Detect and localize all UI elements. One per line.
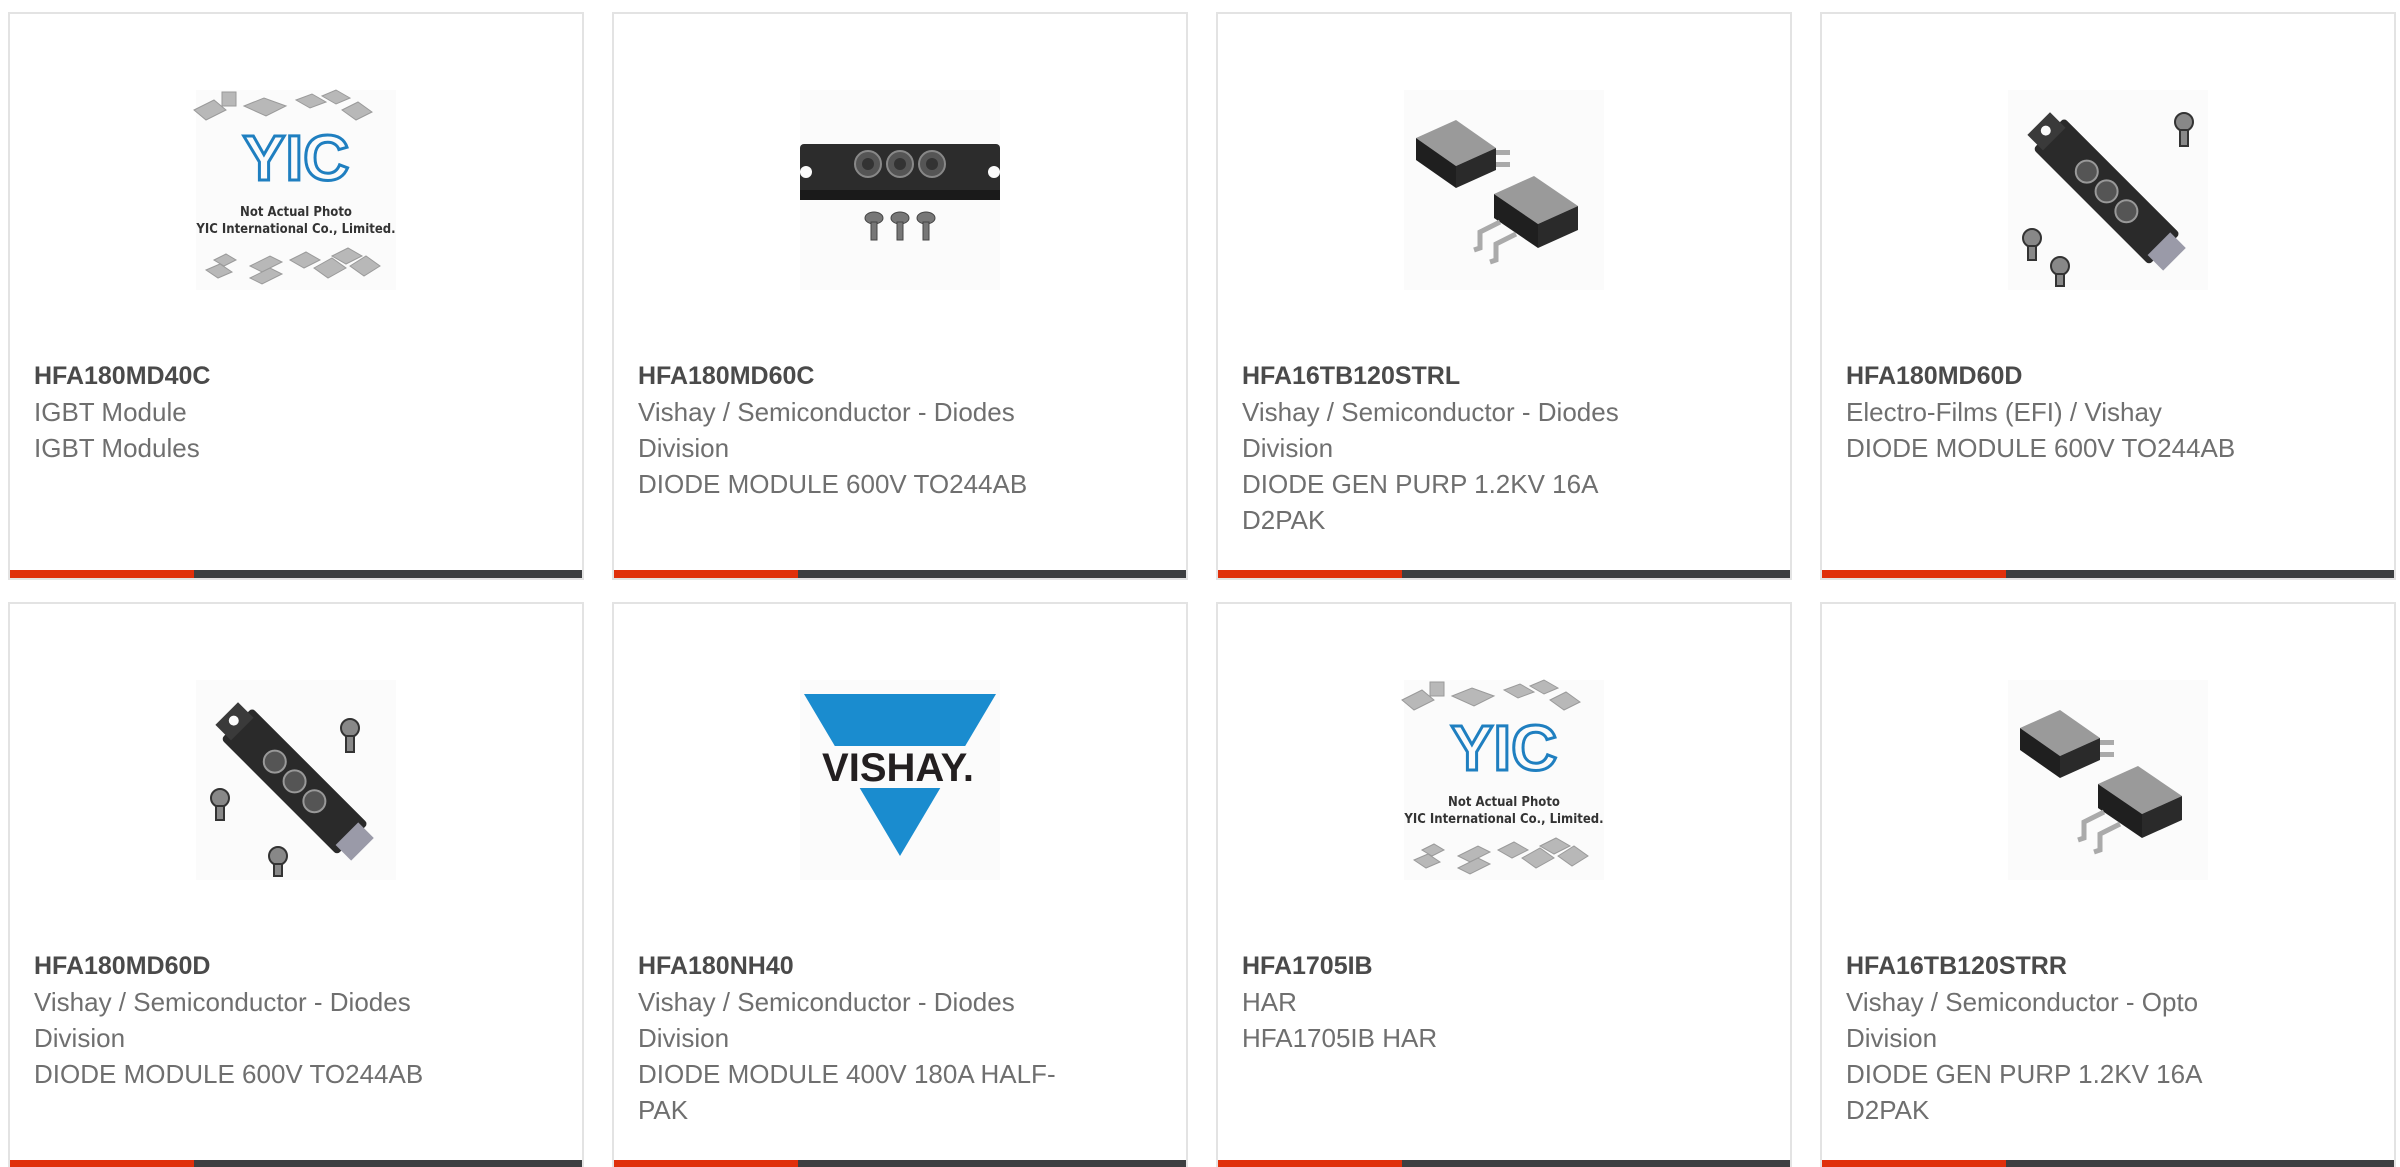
manufacturer: Vishay / Semiconductor - Diodes Division xyxy=(638,397,1015,463)
product-card[interactable]: HFA16TB120STRR Vishay / Semiconductor - … xyxy=(1820,602,2396,1167)
card-accent-bar xyxy=(1822,1160,2006,1167)
card-accent-bar xyxy=(1822,570,2006,578)
yic-caption-line2: YIC International Co., Limited. xyxy=(1403,812,1603,827)
description: HFA1705IB HAR xyxy=(1242,1023,1438,1053)
manufacturer: Vishay / Semiconductor - Opto Division xyxy=(1846,987,2199,1053)
product-card[interactable]: HFA180MD60C Vishay / Semiconductor - Dio… xyxy=(612,12,1188,580)
part-number[interactable]: HFA180MD60C xyxy=(638,358,1162,394)
product-card[interactable]: HFA16TB120STRL Vishay / Semiconductor - … xyxy=(1216,12,1792,580)
product-image[interactable] xyxy=(614,90,1186,290)
description: DIODE MODULE 400V 180A HALF-PAK xyxy=(638,1059,1056,1125)
part-number[interactable]: HFA16TB120STRL xyxy=(1242,358,1766,394)
part-number[interactable]: HFA180MD60D xyxy=(34,948,558,984)
part-number[interactable]: HFA1705IB xyxy=(1242,948,1766,984)
product-image[interactable] xyxy=(1822,90,2394,290)
yic-caption-line1: Not Actual Photo xyxy=(240,205,352,220)
product-card[interactable]: YIC Not Actual Photo YIC International C… xyxy=(8,12,584,580)
yic-logo: YIC xyxy=(243,122,350,194)
manufacturer: Vishay / Semiconductor - Diodes Division xyxy=(1242,397,1619,463)
yic-caption-line2: YIC International Co., Limited. xyxy=(195,222,395,237)
d2pak-package-icon xyxy=(1404,90,1604,290)
d2pak-package-icon xyxy=(2008,680,2208,880)
product-grid: YIC Not Actual Photo YIC International C… xyxy=(0,0,2400,1167)
description: DIODE MODULE 600V TO244AB xyxy=(34,1059,424,1089)
product-image[interactable] xyxy=(10,680,582,880)
product-image[interactable]: YIC Not Actual Photo YIC International C… xyxy=(1218,679,1790,880)
diode-module-diagonal-icon xyxy=(196,680,396,880)
diode-module-diagonal-icon xyxy=(2008,90,2208,290)
description: DIODE GEN PURP 1.2KV 16A D2PAK xyxy=(1242,469,1597,535)
card-accent-bar xyxy=(10,570,194,578)
card-bottom-bar xyxy=(10,1160,582,1167)
product-image[interactable]: YIC Not Actual Photo YIC International C… xyxy=(10,89,582,290)
card-bottom-bar xyxy=(1218,1160,1790,1167)
product-image[interactable]: VISHAY. xyxy=(614,680,1186,880)
manufacturer: IGBT Module xyxy=(34,397,187,427)
card-bottom-bar xyxy=(1822,570,2394,578)
part-number[interactable]: HFA16TB120STRR xyxy=(1846,948,2370,984)
diode-module-horizontal-icon xyxy=(800,90,1000,290)
product-card[interactable]: HFA180MD60D Electro-Films (EFI) / Vishay… xyxy=(1820,12,2396,580)
product-card[interactable]: HFA180MD60D Vishay / Semiconductor - Dio… xyxy=(8,602,584,1167)
manufacturer: Vishay / Semiconductor - Diodes Division xyxy=(34,987,411,1053)
card-accent-bar xyxy=(10,1160,194,1167)
yic-not-actual-photo-icon: YIC Not Actual Photo YIC International C… xyxy=(1401,679,1604,875)
part-number[interactable]: HFA180MD60D xyxy=(1846,358,2370,394)
yic-caption-line1: Not Actual Photo xyxy=(1448,795,1560,810)
vishay-logo: VISHAY. xyxy=(822,746,974,790)
product-card[interactable]: YIC Not Actual Photo YIC International C… xyxy=(1216,602,1792,1167)
yic-not-actual-photo-icon: YIC Not Actual Photo YIC International C… xyxy=(193,89,396,285)
part-number[interactable]: HFA180MD40C xyxy=(34,358,558,394)
card-bottom-bar xyxy=(614,1160,1186,1167)
card-accent-bar xyxy=(614,570,798,578)
description: DIODE GEN PURP 1.2KV 16A D2PAK xyxy=(1846,1059,2201,1125)
vishay-logo-icon: VISHAY. xyxy=(800,680,1000,880)
card-accent-bar xyxy=(1218,570,1402,578)
yic-logo: YIC xyxy=(1451,712,1558,784)
part-number[interactable]: HFA180NH40 xyxy=(638,948,1162,984)
manufacturer: Vishay / Semiconductor - Diodes Division xyxy=(638,987,1015,1053)
card-accent-bar xyxy=(614,1160,798,1167)
card-bottom-bar xyxy=(10,570,582,578)
description: DIODE MODULE 600V TO244AB xyxy=(638,469,1028,499)
manufacturer: HAR xyxy=(1242,987,1297,1017)
description: DIODE MODULE 600V TO244AB xyxy=(1846,433,2236,463)
card-bottom-bar xyxy=(1218,570,1790,578)
card-bottom-bar xyxy=(614,570,1186,578)
description: IGBT Modules xyxy=(34,433,200,463)
manufacturer: Electro-Films (EFI) / Vishay xyxy=(1846,397,2162,427)
product-image[interactable] xyxy=(1218,90,1790,290)
card-bottom-bar xyxy=(1822,1160,2394,1167)
product-image[interactable] xyxy=(1822,680,2394,880)
card-accent-bar xyxy=(1218,1160,1402,1167)
product-card[interactable]: VISHAY. HFA180NH40 Vishay / Semiconducto… xyxy=(612,602,1188,1167)
